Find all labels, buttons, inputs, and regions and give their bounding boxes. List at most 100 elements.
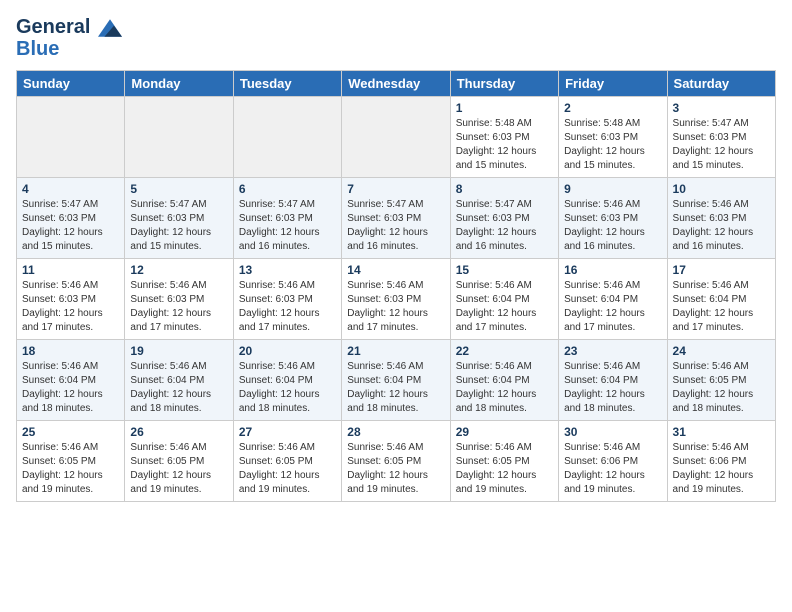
calendar-day-cell: 10 Sunrise: 5:46 AM Sunset: 6:03 PM Dayli… (667, 178, 775, 259)
day-number: 5 (130, 182, 227, 196)
calendar-day-cell: 7 Sunrise: 5:47 AM Sunset: 6:03 PM Daylig… (342, 178, 450, 259)
calendar-day-cell: 6 Sunrise: 5:47 AM Sunset: 6:03 PM Daylig… (233, 178, 341, 259)
day-number: 1 (456, 101, 553, 115)
calendar-day-cell (125, 97, 233, 178)
calendar-day-cell: 22Sunrise: 5:46 AM Sunset: 6:04 PM Dayli… (450, 340, 558, 421)
day-info: Sunrise: 5:46 AM Sunset: 6:04 PM Dayligh… (130, 360, 227, 416)
day-number: 4 (22, 182, 119, 196)
day-info: Sunrise: 5:46 AM Sunset: 6:05 PM Dayligh… (130, 441, 227, 497)
calendar-day-cell: 13 Sunrise: 5:46 AM Sunset: 6:03 PM Dayli… (233, 259, 341, 340)
day-info: Sunrise: 5:46 AM Sunset: 6:03 PM Dayligh… (347, 279, 444, 335)
calendar-day-cell: 4 Sunrise: 5:47 AM Sunset: 6:03 PM Daylig… (17, 178, 125, 259)
calendar-day-cell: 19 Sunrise: 5:46 AM Sunset: 6:04 PM Dayli… (125, 340, 233, 421)
calendar-week-row: 4 Sunrise: 5:47 AM Sunset: 6:03 PM Daylig… (17, 178, 776, 259)
calendar-day-cell: 18Sunrise: 5:46 AM Sunset: 6:04 PM Dayli… (17, 340, 125, 421)
day-number: 29 (456, 425, 553, 439)
day-info: Sunrise: 5:46 AM Sunset: 6:04 PM Dayligh… (239, 360, 336, 416)
day-number: 19 (130, 344, 227, 358)
day-info: Sunrise: 5:46 AM Sunset: 6:05 PM Dayligh… (673, 360, 770, 416)
day-info: Sunrise: 5:46 AM Sunset: 6:04 PM Dayligh… (564, 279, 661, 335)
day-info: Sunrise: 5:46 AM Sunset: 6:06 PM Dayligh… (673, 441, 770, 497)
day-number: 9 (564, 182, 661, 196)
day-number: 13 (239, 263, 336, 277)
calendar-day-cell: 30 Sunrise: 5:46 AM Sunset: 6:06 PM Dayli… (559, 421, 667, 502)
day-number: 11 (22, 263, 119, 277)
day-info: Sunrise: 5:48 AM Sunset: 6:03 PM Dayligh… (456, 117, 553, 173)
day-info: Sunrise: 5:46 AM Sunset: 6:04 PM Dayligh… (347, 360, 444, 416)
logo-blue: Blue (16, 38, 122, 60)
calendar-day-cell: 5 Sunrise: 5:47 AM Sunset: 6:03 PM Daylig… (125, 178, 233, 259)
day-number: 20 (239, 344, 336, 358)
calendar-day-cell: 16 Sunrise: 5:46 AM Sunset: 6:04 PM Dayli… (559, 259, 667, 340)
day-of-week-header: Friday (559, 71, 667, 97)
day-number: 30 (564, 425, 661, 439)
calendar-day-cell: 27Sunrise: 5:46 AM Sunset: 6:05 PM Dayli… (233, 421, 341, 502)
day-number: 6 (239, 182, 336, 196)
calendar-day-cell: 11 Sunrise: 5:46 AM Sunset: 6:03 PM Dayli… (17, 259, 125, 340)
calendar-day-cell: 25 Sunrise: 5:46 AM Sunset: 6:05 PM Dayli… (17, 421, 125, 502)
day-number: 8 (456, 182, 553, 196)
day-number: 2 (564, 101, 661, 115)
calendar-day-cell: 8 Sunrise: 5:47 AM Sunset: 6:03 PM Daylig… (450, 178, 558, 259)
day-info: Sunrise: 5:46 AM Sunset: 6:05 PM Dayligh… (22, 441, 119, 497)
day-number: 3 (673, 101, 770, 115)
day-number: 22 (456, 344, 553, 358)
day-number: 12 (130, 263, 227, 277)
calendar-day-cell: 9 Sunrise: 5:46 AM Sunset: 6:03 PM Daylig… (559, 178, 667, 259)
day-info: Sunrise: 5:47 AM Sunset: 6:03 PM Dayligh… (130, 198, 227, 254)
day-info: Sunrise: 5:46 AM Sunset: 6:03 PM Dayligh… (130, 279, 227, 335)
calendar-day-cell: 21 Sunrise: 5:46 AM Sunset: 6:04 PM Dayli… (342, 340, 450, 421)
day-number: 7 (347, 182, 444, 196)
day-number: 24 (673, 344, 770, 358)
calendar-week-row: 25 Sunrise: 5:46 AM Sunset: 6:05 PM Dayli… (17, 421, 776, 502)
day-info: Sunrise: 5:47 AM Sunset: 6:03 PM Dayligh… (22, 198, 119, 254)
day-number: 25 (22, 425, 119, 439)
page-header: General Blue (16, 16, 776, 60)
logo-text: General (16, 16, 122, 38)
day-info: Sunrise: 5:46 AM Sunset: 6:03 PM Dayligh… (564, 198, 661, 254)
calendar-week-row: 1 Sunrise: 5:48 AM Sunset: 6:03 PM Daylig… (17, 97, 776, 178)
calendar-day-cell (17, 97, 125, 178)
day-info: Sunrise: 5:46 AM Sunset: 6:04 PM Dayligh… (564, 360, 661, 416)
day-info: Sunrise: 5:46 AM Sunset: 6:05 PM Dayligh… (239, 441, 336, 497)
calendar-day-cell: 28 Sunrise: 5:46 AM Sunset: 6:05 PM Dayli… (342, 421, 450, 502)
day-info: Sunrise: 5:46 AM Sunset: 6:03 PM Dayligh… (22, 279, 119, 335)
day-of-week-header: Saturday (667, 71, 775, 97)
calendar-day-cell (342, 97, 450, 178)
day-number: 15 (456, 263, 553, 277)
calendar-day-cell: 31Sunrise: 5:46 AM Sunset: 6:06 PM Dayli… (667, 421, 775, 502)
day-number: 16 (564, 263, 661, 277)
day-of-week-header: Monday (125, 71, 233, 97)
calendar-week-row: 18Sunrise: 5:46 AM Sunset: 6:04 PM Dayli… (17, 340, 776, 421)
day-info: Sunrise: 5:46 AM Sunset: 6:03 PM Dayligh… (673, 198, 770, 254)
day-info: Sunrise: 5:47 AM Sunset: 6:03 PM Dayligh… (239, 198, 336, 254)
day-number: 28 (347, 425, 444, 439)
day-info: Sunrise: 5:48 AM Sunset: 6:03 PM Dayligh… (564, 117, 661, 173)
day-info: Sunrise: 5:46 AM Sunset: 6:04 PM Dayligh… (673, 279, 770, 335)
calendar-week-row: 11 Sunrise: 5:46 AM Sunset: 6:03 PM Dayli… (17, 259, 776, 340)
day-info: Sunrise: 5:46 AM Sunset: 6:04 PM Dayligh… (22, 360, 119, 416)
day-number: 21 (347, 344, 444, 358)
calendar-day-cell: 29 Sunrise: 5:46 AM Sunset: 6:05 PM Dayli… (450, 421, 558, 502)
day-info: Sunrise: 5:46 AM Sunset: 6:05 PM Dayligh… (347, 441, 444, 497)
day-number: 23 (564, 344, 661, 358)
calendar-day-cell: 1 Sunrise: 5:48 AM Sunset: 6:03 PM Daylig… (450, 97, 558, 178)
calendar-day-cell: 12 Sunrise: 5:46 AM Sunset: 6:03 PM Dayli… (125, 259, 233, 340)
day-of-week-header: Tuesday (233, 71, 341, 97)
day-number: 10 (673, 182, 770, 196)
day-info: Sunrise: 5:46 AM Sunset: 6:05 PM Dayligh… (456, 441, 553, 497)
day-info: Sunrise: 5:47 AM Sunset: 6:03 PM Dayligh… (673, 117, 770, 173)
day-number: 17 (673, 263, 770, 277)
day-info: Sunrise: 5:46 AM Sunset: 6:06 PM Dayligh… (564, 441, 661, 497)
calendar-table: SundayMondayTuesdayWednesdayThursdayFrid… (16, 70, 776, 502)
calendar-day-cell: 2 Sunrise: 5:48 AM Sunset: 6:03 PM Daylig… (559, 97, 667, 178)
calendar-day-cell: 15Sunrise: 5:46 AM Sunset: 6:04 PM Dayli… (450, 259, 558, 340)
day-number: 14 (347, 263, 444, 277)
day-of-week-header: Sunday (17, 71, 125, 97)
day-info: Sunrise: 5:47 AM Sunset: 6:03 PM Dayligh… (456, 198, 553, 254)
day-info: Sunrise: 5:46 AM Sunset: 6:03 PM Dayligh… (239, 279, 336, 335)
day-of-week-header: Thursday (450, 71, 558, 97)
day-info: Sunrise: 5:47 AM Sunset: 6:03 PM Dayligh… (347, 198, 444, 254)
day-of-week-header: Wednesday (342, 71, 450, 97)
calendar-day-cell: 14 Sunrise: 5:46 AM Sunset: 6:03 PM Dayli… (342, 259, 450, 340)
